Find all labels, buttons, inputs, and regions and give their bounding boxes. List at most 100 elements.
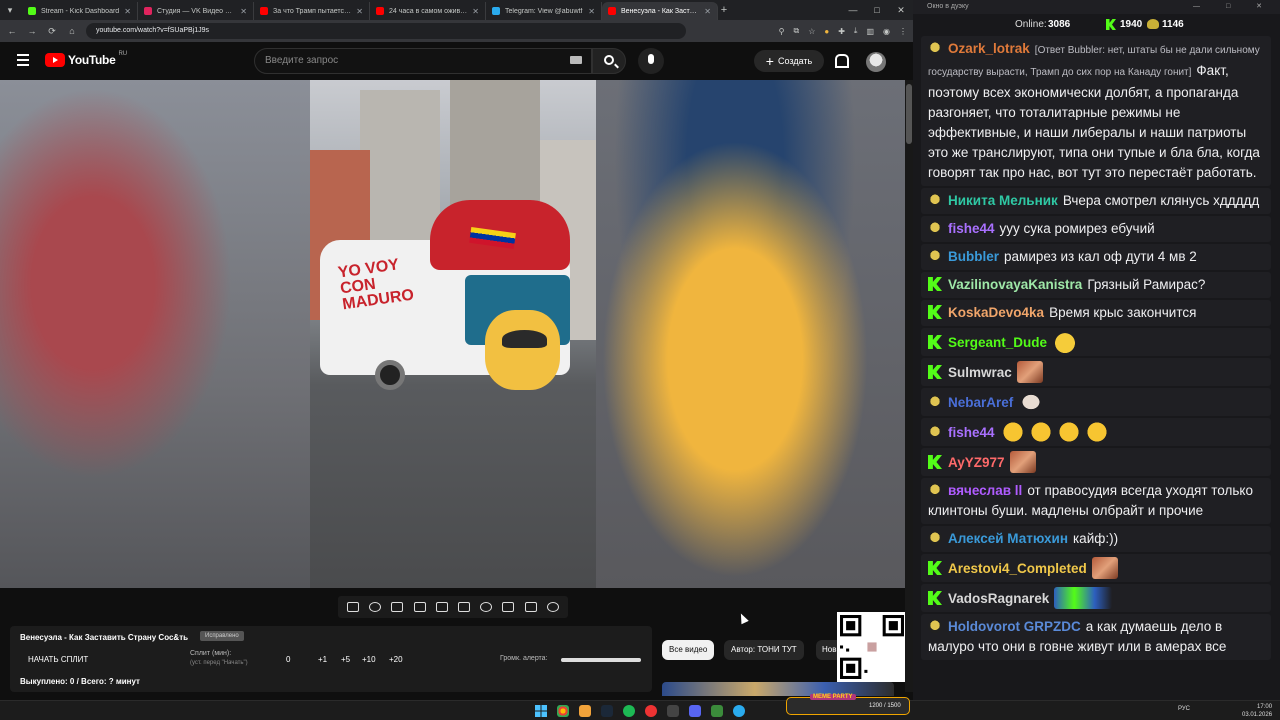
chip-all-videos[interactable]: Все видео: [662, 640, 715, 660]
app-taskbar-icon[interactable]: [645, 705, 657, 717]
language-indicator[interactable]: РУС: [1178, 706, 1190, 712]
film-icon[interactable]: [413, 602, 426, 612]
chat-username[interactable]: Bubbler: [948, 249, 999, 264]
picture-in-picture-icon[interactable]: [435, 602, 448, 612]
speed-icon[interactable]: [480, 602, 493, 612]
chat-username[interactable]: fishe44: [948, 221, 995, 236]
search-input[interactable]: Введите запрос: [254, 48, 592, 74]
browser-menu-icon[interactable]: ⋮: [899, 27, 907, 36]
search-button[interactable]: [592, 48, 626, 74]
chat-message: NebarAref: [921, 388, 1271, 416]
tab-close-icon[interactable]: ✕: [240, 7, 247, 16]
add-10-button[interactable]: +10: [362, 655, 376, 664]
page-scrollbar[interactable]: [905, 80, 913, 692]
chat-message: Sulmwrac: [921, 358, 1271, 386]
tab-close-icon[interactable]: ✕: [356, 7, 363, 16]
tab-close-icon[interactable]: ✕: [124, 7, 131, 16]
cinema-icon[interactable]: [391, 602, 404, 612]
app-taskbar-icon[interactable]: [711, 705, 723, 717]
steam-taskbar-icon[interactable]: [601, 705, 613, 717]
tab-close-icon[interactable]: ✕: [472, 7, 479, 16]
reload-icon[interactable]: ⟳: [46, 26, 58, 37]
minimize-button[interactable]: —: [841, 0, 865, 20]
close-window-button[interactable]: ✕: [889, 0, 913, 20]
maximize-button[interactable]: □: [865, 0, 889, 20]
chat-username[interactable]: Алексей Матюхин: [948, 531, 1068, 546]
start-split-button[interactable]: НАЧАТЬ СПЛИТ: [28, 655, 88, 664]
chat-username[interactable]: fishe44: [948, 425, 995, 440]
hamburger-menu-icon[interactable]: [17, 54, 29, 66]
chat-username[interactable]: KoskaDevo4ka: [948, 305, 1044, 320]
add-5-button[interactable]: +5: [341, 655, 350, 664]
chip-author[interactable]: Автор: ТОНИ ТУТ: [724, 640, 804, 660]
chat-username[interactable]: вячеслав ll: [948, 483, 1022, 498]
system-clock[interactable]: 17:00 03.01.2026: [1242, 703, 1272, 719]
windows-start-icon[interactable]: [535, 705, 547, 717]
tab-close-icon[interactable]: ✕: [704, 7, 711, 16]
app-taskbar-icon[interactable]: [667, 705, 679, 717]
browser-tab[interactable]: Stream - Kick Dashboard ✕: [22, 2, 138, 20]
chat-text: Факт, поэтому всех экономически долбят, …: [928, 63, 1260, 180]
search-icon: [604, 55, 614, 65]
back-icon[interactable]: ←: [6, 26, 18, 36]
split-video-title: Венесуэла - Как Заставить Страну Сос&ть: [20, 633, 189, 642]
chat-username[interactable]: Sergeant_Dude: [948, 335, 1047, 350]
settings-gear-icon[interactable]: [546, 602, 559, 612]
telegram-taskbar-icon[interactable]: [733, 705, 745, 717]
alert-volume-slider[interactable]: [561, 658, 641, 662]
hat-badge-icon: [928, 619, 942, 633]
chat-username[interactable]: Sulmwrac: [948, 365, 1012, 380]
loop-icon[interactable]: [347, 602, 360, 612]
video-player[interactable]: YO VOY CON MADURO: [0, 80, 905, 588]
profile-icon[interactable]: ◉: [883, 27, 890, 36]
bookmark-star-icon[interactable]: ☆: [808, 27, 815, 36]
add-1-button[interactable]: +1: [318, 655, 327, 664]
browser-tab[interactable]: 24 часа в самом оживлённом ✕: [370, 2, 486, 20]
youtube-logo[interactable]: YouTube RU: [45, 51, 127, 67]
browser-tab[interactable]: За что Трамп пытается убить ✕: [254, 2, 370, 20]
url-field[interactable]: youtube.com/watch?v=fSUaPBj1J9s: [86, 23, 686, 39]
keyboard-icon[interactable]: [570, 56, 582, 64]
tab-search-icon[interactable]: ▾: [4, 5, 16, 16]
chat-username[interactable]: Holdovorot GRPZDC: [948, 619, 1081, 634]
create-button[interactable]: + Создать: [754, 50, 824, 72]
app-taskbar-icon[interactable]: [689, 705, 701, 717]
tab-close-icon[interactable]: ✕: [588, 7, 595, 16]
chat-username[interactable]: VadosRagnarek: [948, 591, 1049, 606]
broadcast-icon[interactable]: [369, 602, 382, 612]
browser-tab[interactable]: Telegram: View @abuwtf ✕: [486, 2, 602, 20]
new-tab-button[interactable]: +: [718, 4, 730, 16]
extension-coin-icon[interactable]: ●: [824, 27, 829, 36]
browser-tab[interactable]: Венесуэла - Как Заставить ✕: [602, 2, 718, 20]
chip-new[interactable]: Новые: [816, 640, 838, 660]
scrollbar-thumb[interactable]: [906, 84, 912, 144]
chat-message-list[interactable]: Ozark_lotrak [Ответ Bubbler: нет, штаты б…: [921, 36, 1271, 700]
chat-username[interactable]: AyYZ977: [948, 455, 1005, 470]
chat-username[interactable]: Ozark_lotrak: [948, 41, 1030, 56]
browser-tab[interactable]: Студия — VK Видео Live ✕: [138, 2, 254, 20]
recommended-video-thumbnail[interactable]: [662, 682, 894, 696]
chat-window-controls[interactable]: — □ ✕: [1193, 0, 1274, 14]
download-icon[interactable]: ⤓: [854, 26, 858, 36]
home-icon[interactable]: ⌂: [66, 26, 78, 36]
explorer-taskbar-icon[interactable]: [579, 705, 591, 717]
cast-icon[interactable]: ⧉: [793, 26, 799, 36]
split-minutes-value[interactable]: 0: [286, 655, 290, 664]
add-20-button[interactable]: +20: [389, 655, 403, 664]
chat-username[interactable]: NebarAref: [948, 395, 1013, 410]
chrome-taskbar-icon[interactable]: [557, 705, 569, 717]
zoom-icon[interactable]: ⚲: [779, 27, 785, 36]
chat-username[interactable]: Arestovi4_Completed: [948, 561, 1087, 576]
account-avatar[interactable]: [866, 52, 886, 72]
sidebar-icon[interactable]: ▥: [866, 27, 874, 36]
notifications-bell-icon[interactable]: [833, 53, 849, 68]
screenshot-icon[interactable]: [524, 602, 537, 612]
add-clip-icon[interactable]: [502, 602, 515, 612]
voice-search-mic-icon[interactable]: [638, 48, 664, 74]
spotify-taskbar-icon[interactable]: [623, 705, 635, 717]
chat-username[interactable]: Никита Мельник: [948, 193, 1058, 208]
extension-puzzle-icon[interactable]: ✚: [838, 27, 845, 36]
chat-username[interactable]: VazilinovayaKanistra: [948, 277, 1082, 292]
playlist-icon[interactable]: [458, 602, 471, 612]
forward-icon[interactable]: →: [26, 26, 38, 36]
